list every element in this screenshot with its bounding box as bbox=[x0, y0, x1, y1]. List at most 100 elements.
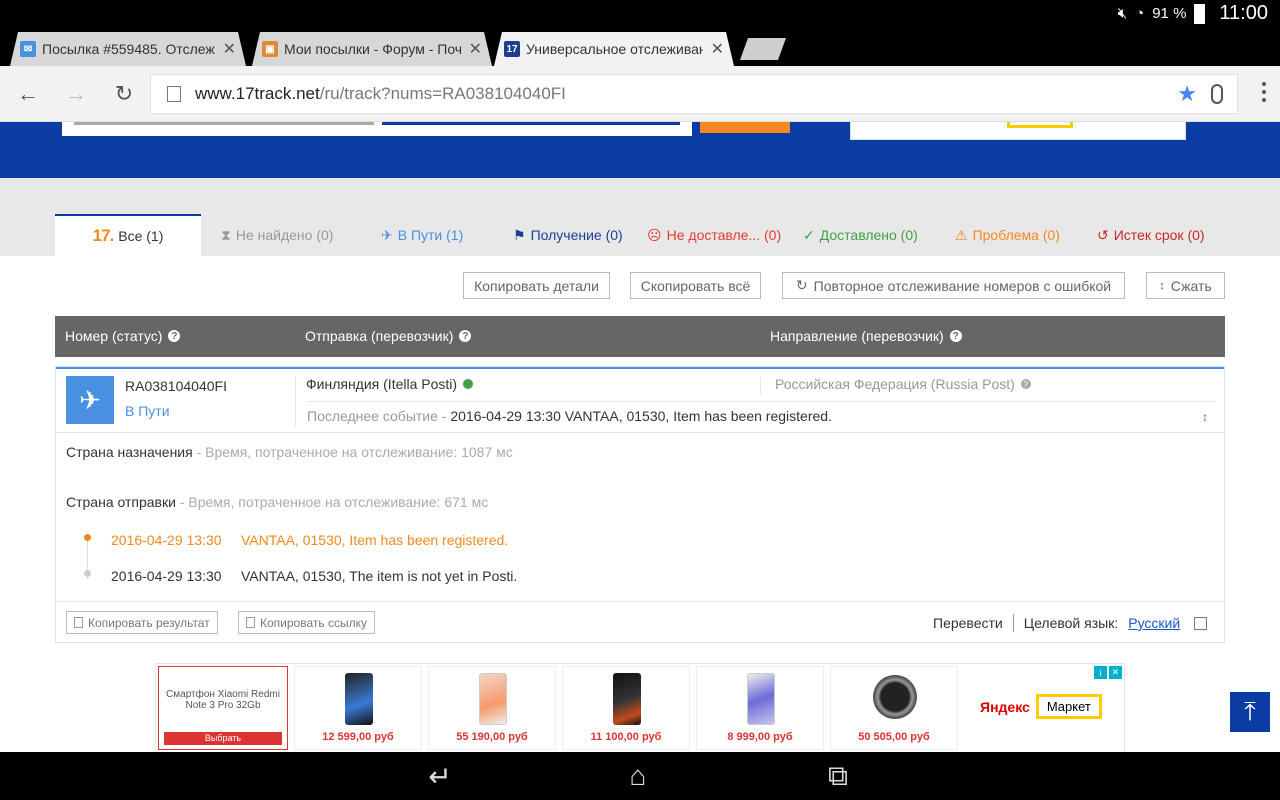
result-summary-row[interactable]: ✈ RA038104040FI В Пути Финляндия (Itella… bbox=[56, 369, 1224, 433]
help-icon[interactable]: ? bbox=[459, 330, 472, 342]
ad-price: 55 190,00 руб bbox=[456, 731, 528, 743]
copy-link-button[interactable]: Копировать ссылку bbox=[238, 611, 375, 634]
ad-select-button[interactable]: Выбрать bbox=[164, 732, 282, 745]
copy-icon bbox=[74, 617, 83, 628]
track-button[interactable] bbox=[700, 122, 790, 133]
tab-delivered[interactable]: ✓ Доставлено (0) bbox=[803, 227, 918, 244]
ad-product[interactable]: 11 100,00 руб bbox=[562, 666, 690, 750]
address-bar[interactable]: www.17track.net/ru/track?nums=RA03810404… bbox=[150, 74, 1238, 114]
flag-icon: ⚑ bbox=[513, 226, 526, 243]
recents-nav-icon[interactable]: ⧉ bbox=[818, 760, 858, 791]
tab-in-transit[interactable]: ✈ В Пути (1) bbox=[381, 227, 463, 244]
destination-label: Российская Федерация (Russia Post) bbox=[775, 376, 1015, 392]
url-host: www.17track.net bbox=[195, 84, 320, 103]
bookmark-star-icon[interactable]: ★ bbox=[1177, 81, 1197, 107]
section-timing: - Время, потраченное на отслеживание: 67… bbox=[179, 494, 489, 510]
tab-pickup[interactable]: ⚑ Получение (0) bbox=[513, 227, 623, 244]
tracking-number[interactable]: RA038104040FI bbox=[125, 378, 227, 394]
browser-tab-2[interactable]: ▣ Мои посылки - Форум - Поч ✕ bbox=[252, 32, 492, 66]
event-date: 2016-04-29 13:30 bbox=[111, 568, 222, 584]
browser-tab-strip: ✉ Посылка #559485. Отслеж ✕ ▣ Мои посылк… bbox=[0, 28, 1280, 66]
gift-icon: ▣ bbox=[262, 41, 278, 57]
tab-title: Посылка #559485. Отслеж bbox=[42, 41, 215, 57]
tab-label: Получение (0) bbox=[530, 227, 623, 243]
ad-price: 8 999,00 руб bbox=[727, 731, 793, 743]
result-footer: Копировать результат Копировать ссылку П… bbox=[56, 601, 1224, 643]
ad-product[interactable]: 8 999,00 руб bbox=[696, 666, 824, 750]
tab-problem[interactable]: ⚠ Проблема (0) bbox=[955, 227, 1060, 244]
mute-icon: 🔇︎ bbox=[1117, 5, 1128, 22]
help-icon[interactable]: ? bbox=[949, 330, 962, 342]
new-tab-button[interactable] bbox=[740, 38, 786, 60]
timeline-dot-latest bbox=[84, 534, 91, 541]
last-event-label: Последнее событие - bbox=[307, 408, 447, 424]
url-text[interactable]: www.17track.net/ru/track?nums=RA03810404… bbox=[195, 84, 1177, 104]
phone-image bbox=[747, 673, 775, 725]
overflow-menu-icon[interactable] bbox=[1262, 82, 1268, 102]
section-label: Страна отправки bbox=[66, 494, 176, 510]
plane-icon: ✈ bbox=[381, 226, 393, 243]
help-icon[interactable]: ? bbox=[1020, 379, 1031, 389]
scroll-to-top-button[interactable]: ⤒ bbox=[1230, 692, 1270, 732]
tracking-result-card: ✈ RA038104040FI В Пути Финляндия (Itella… bbox=[55, 366, 1225, 643]
divider bbox=[760, 377, 761, 395]
retrack-button[interactable]: ↻ Повторное отслеживание номеров с ошибко… bbox=[782, 272, 1125, 299]
event-text: VANTAA, 01530, The item is not yet in Po… bbox=[241, 568, 518, 584]
back-nav-icon[interactable]: ↵ bbox=[420, 761, 460, 792]
yandex-market-ad[interactable]: Смартфон Xiaomi Redmi Note 3 Pro 32Gb Вы… bbox=[155, 663, 1125, 753]
event-date: 2016-04-29 13:30 bbox=[111, 532, 222, 548]
close-icon[interactable]: ✕ bbox=[1109, 666, 1122, 679]
phone-image bbox=[479, 673, 507, 725]
header-number: Номер (статус) ? bbox=[65, 328, 181, 344]
ad-price: 11 100,00 руб bbox=[590, 731, 662, 743]
android-status-bar: 🔇︎ ◔ 91 % 11:00 bbox=[0, 0, 1280, 28]
forward-arrow-icon[interactable]: → bbox=[62, 80, 90, 108]
info-icon[interactable]: i bbox=[1094, 666, 1107, 679]
header-label: Направление (перевозчик) bbox=[770, 328, 944, 344]
copy-details-button[interactable]: Копировать детали bbox=[463, 272, 610, 299]
tab-all[interactable]: 17. Все (1) bbox=[55, 214, 201, 256]
ad-product[interactable]: 50 505,00 руб bbox=[830, 666, 958, 750]
divider bbox=[1012, 614, 1014, 632]
close-icon[interactable]: ✕ bbox=[223, 39, 236, 59]
expand-icon[interactable]: ↕ bbox=[1202, 410, 1208, 424]
tab-label: Все (1) bbox=[118, 228, 164, 244]
ad-price: 12 599,00 руб bbox=[322, 731, 394, 743]
translate-checkbox[interactable] bbox=[1194, 616, 1208, 630]
site-header-band bbox=[0, 122, 1280, 178]
help-icon[interactable]: ? bbox=[168, 330, 181, 342]
tracking-status: В Пути bbox=[125, 403, 170, 419]
ad-product[interactable]: 12 599,00 руб bbox=[294, 666, 422, 750]
back-arrow-icon[interactable]: ← bbox=[14, 80, 42, 108]
reload-icon[interactable]: ↻ bbox=[110, 80, 138, 108]
history-icon: ↺ bbox=[1097, 226, 1109, 243]
browser-tab-1[interactable]: ✉ Посылка #559485. Отслеж ✕ bbox=[10, 32, 246, 66]
status-filter-tabs: 17. Все (1) ⧗ Не найдено (0) ✈ В Пути (1… bbox=[55, 214, 1225, 256]
collapse-icon: ↕ bbox=[1159, 279, 1165, 292]
collapse-button[interactable]: ↕ Сжать bbox=[1146, 272, 1225, 299]
target-language-label: Целевой язык: bbox=[1023, 615, 1119, 631]
close-icon[interactable]: ✕ bbox=[469, 39, 482, 59]
close-icon[interactable]: ✕ bbox=[711, 39, 724, 59]
target-language-link[interactable]: Русский bbox=[1128, 615, 1180, 631]
status-icons: 🔇︎ ◔ 91 % 11:00 bbox=[1118, 2, 1268, 25]
microphone-icon[interactable] bbox=[1211, 84, 1223, 104]
battery-percent: 91 % bbox=[1152, 5, 1187, 22]
input-underline-active bbox=[382, 122, 680, 125]
ad-product[interactable]: 55 190,00 руб bbox=[428, 666, 556, 750]
yandex-market-logo[interactable]: Яндекс Маркет bbox=[980, 694, 1102, 719]
copy-all-button[interactable]: Скопировать всё bbox=[630, 272, 761, 299]
home-nav-icon[interactable]: ⌂ bbox=[618, 760, 658, 791]
header-ad[interactable] bbox=[850, 122, 1186, 140]
browser-tab-3-active[interactable]: 17 Универсальное отслеживан ✕ bbox=[494, 32, 734, 66]
browser-toolbar: ← → ↻ www.17track.net/ru/track?nums=RA03… bbox=[0, 66, 1280, 122]
tab-not-found[interactable]: ⧗ Не найдено (0) bbox=[221, 227, 333, 244]
copy-result-button[interactable]: Копировать результат bbox=[66, 611, 218, 634]
tracking-input-area[interactable] bbox=[62, 122, 692, 136]
translate-button[interactable]: Перевести bbox=[933, 615, 1003, 631]
url-path: /ru/track?nums=RA038104040FI bbox=[319, 84, 566, 103]
ad-featured-product[interactable]: Смартфон Xiaomi Redmi Note 3 Pro 32Gb Вы… bbox=[158, 666, 288, 750]
button-label: Повторное отслеживание номеров с ошибкой bbox=[813, 277, 1112, 294]
tab-undelivered[interactable]: ☹ Не доставле... (0) bbox=[647, 227, 781, 244]
tab-expired[interactable]: ↺ Истек срок (0) bbox=[1097, 227, 1205, 244]
